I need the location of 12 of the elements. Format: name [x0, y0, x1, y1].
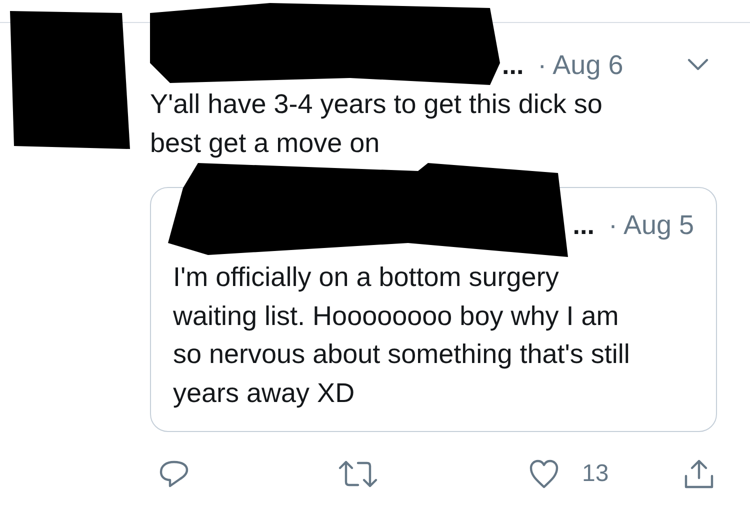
reply-icon[interactable] — [158, 458, 190, 490]
author-name: ... — [502, 50, 524, 80]
share-icon[interactable] — [683, 458, 715, 490]
tweet-text: Y'all have 3-4 years to get this dick so best get a move on — [150, 88, 604, 160]
heart-icon[interactable] — [528, 458, 560, 490]
quoted-author-name: ... — [572, 210, 594, 240]
quoted-tweet-date: · Aug 5 — [608, 210, 694, 240]
tweet-date: · Aug 6 — [538, 50, 624, 80]
like-count: 13 — [582, 460, 609, 488]
retweet-icon[interactable] — [338, 458, 378, 490]
chevron-down-icon[interactable] — [687, 58, 709, 72]
quoted-tweet-text: I'm officially on a bottom surgery waiting list. Hoooooooo boy why I am so nervous about something that's still years away XD — [173, 261, 631, 410]
